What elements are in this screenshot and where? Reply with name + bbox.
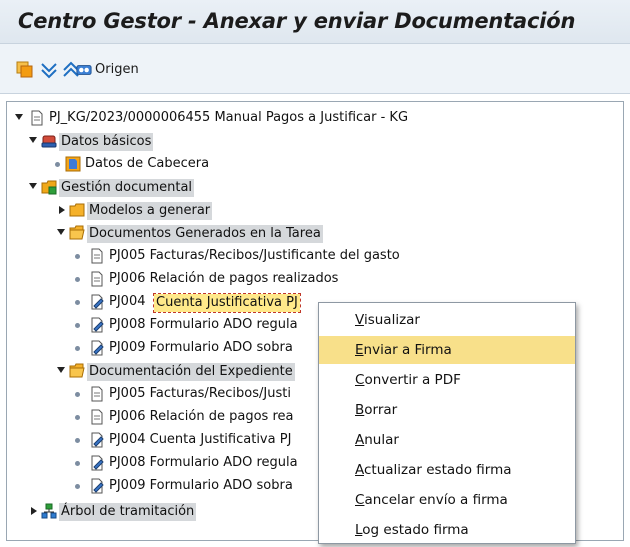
tree-node-label: PJ_KG/2023/0000006455 Manual Pagos a Jus… <box>49 110 409 125</box>
expand-arrow-icon[interactable] <box>29 137 37 143</box>
bullet-icon <box>75 300 80 305</box>
tree-node-label: PJ004 <box>109 294 146 309</box>
tree-node-gestion-documental[interactable]: Gestión documental <box>7 176 619 199</box>
tree-node-label: PJ005 Facturas/Recibos/Justificante del … <box>109 248 400 263</box>
bullet-icon <box>75 415 80 420</box>
folder-open-icon <box>69 225 85 240</box>
expand-arrow-icon[interactable] <box>15 114 23 120</box>
bullet-icon <box>75 392 80 397</box>
menu-item-borrar[interactable]: Borrar <box>319 396 575 424</box>
tree-node-label: Árbol de tramitación <box>59 503 197 521</box>
bullet-icon <box>75 346 80 351</box>
bullet-icon <box>75 484 80 489</box>
toolbar: Origen <box>0 44 630 94</box>
tree-node-label: PJ006 Relación de pagos rea <box>109 409 294 424</box>
edit-document-icon <box>91 478 104 494</box>
database-icon <box>41 135 57 148</box>
menu-item-actualizar-estado[interactable]: Actualizar estado firma <box>319 456 575 484</box>
selected-node-label[interactable]: Cuenta Justificativa PJ <box>153 293 301 313</box>
bullet-icon <box>75 277 80 282</box>
document-icon <box>91 409 103 425</box>
bullet-icon <box>75 438 80 443</box>
tree-node-label: PJ004 Cuenta Justificativa PJ <box>109 432 292 447</box>
tree-node-label: Gestión documental <box>59 179 195 197</box>
tree-node-label: PJ006 Relación de pagos realizados <box>109 271 339 286</box>
folder-green-icon <box>41 180 57 195</box>
bullet-icon <box>75 323 80 328</box>
tree-node-label: Documentos Generados en la Tarea <box>87 225 323 243</box>
edit-document-icon <box>91 340 104 356</box>
title-bar: Centro Gestor - Anexar y enviar Document… <box>0 0 630 44</box>
collapse-arrow-icon[interactable] <box>31 507 37 515</box>
tree-node-modelos[interactable]: Modelos a generar <box>7 199 619 222</box>
bullet-icon <box>75 461 80 466</box>
expand-arrow-icon[interactable] <box>57 367 65 373</box>
collapse-arrow-icon[interactable] <box>59 206 65 214</box>
menu-item-cancelar-envio[interactable]: Cancelar envío a firma <box>319 486 575 514</box>
tree-node-label: Datos básicos <box>59 133 154 151</box>
menu-item-log-estado[interactable]: Log estado firma <box>319 516 575 544</box>
tree-node-label: Modelos a generar <box>87 202 213 220</box>
window-title: Centro Gestor - Anexar y enviar Document… <box>18 9 576 33</box>
bullet-icon <box>55 162 60 167</box>
header-data-icon <box>65 156 81 172</box>
document-icon <box>91 271 103 287</box>
tree-node-datos-cabecera[interactable]: Datos de Cabecera <box>7 153 619 176</box>
tree-node-label: Datos de Cabecera <box>85 156 210 171</box>
origin-icon[interactable] <box>76 61 92 79</box>
document-icon <box>91 386 103 402</box>
tree-leaf-pj006[interactable]: PJ006 Relación de pagos realizados <box>7 268 619 291</box>
edit-document-icon <box>91 432 104 448</box>
expand-all-icon[interactable] <box>40 61 58 79</box>
folder-icon <box>69 203 85 217</box>
tree-node-docs-generados[interactable]: Documentos Generados en la Tarea <box>7 222 619 245</box>
context-menu: Visualizar Enviar a Firma Convertir a PD… <box>318 302 576 544</box>
menu-item-enviar-firma[interactable]: Enviar a Firma <box>319 336 575 364</box>
origin-button[interactable]: Origen <box>95 62 139 77</box>
hierarchy-icon <box>41 503 57 519</box>
tree-node-label: PJ008 Formulario ADO regula <box>109 317 298 332</box>
tree-node-label: PJ009 Formulario ADO sobra <box>109 478 293 493</box>
copy-folder-icon[interactable] <box>16 61 34 79</box>
bullet-icon <box>75 254 80 259</box>
tree-node-label: PJ008 Formulario ADO regula <box>109 455 298 470</box>
edit-document-icon <box>91 294 104 310</box>
edit-document-icon <box>91 317 104 333</box>
tree-node-label: Documentación del Expediente <box>87 363 295 381</box>
document-icon <box>31 110 43 126</box>
tree-node-label: PJ009 Formulario ADO sobra <box>109 340 293 355</box>
tree-node-label: PJ005 Facturas/Recibos/Justi <box>109 386 291 401</box>
menu-item-anular[interactable]: Anular <box>319 426 575 454</box>
menu-item-convertir-pdf[interactable]: Convertir a PDF <box>319 366 575 394</box>
menu-item-visualizar[interactable]: Visualizar <box>319 306 575 334</box>
tree-node-datos-basicos[interactable]: Datos básicos <box>7 130 619 153</box>
tree-leaf-pj005[interactable]: PJ005 Facturas/Recibos/Justificante del … <box>7 245 619 268</box>
document-icon <box>91 248 103 264</box>
folder-open-icon <box>69 363 85 378</box>
tree-node-root[interactable]: PJ_KG/2023/0000006455 Manual Pagos a Jus… <box>7 107 619 130</box>
edit-document-icon <box>91 455 104 471</box>
expand-arrow-icon[interactable] <box>57 229 65 235</box>
expand-arrow-icon[interactable] <box>29 183 37 189</box>
